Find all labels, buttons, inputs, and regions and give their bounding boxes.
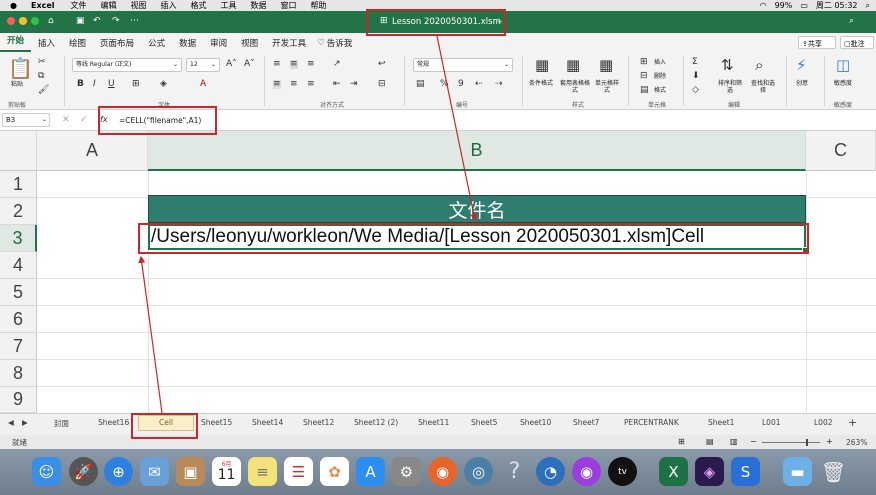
annotation-arrow-title-to-cell bbox=[436, 35, 478, 222]
annotation-arrows bbox=[138, 35, 478, 414]
annotation-arrow-tab-to-cell bbox=[138, 255, 163, 414]
